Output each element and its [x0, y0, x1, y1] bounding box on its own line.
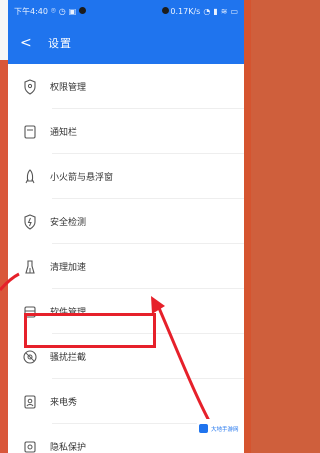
- annotation-arrow: [0, 272, 216, 431]
- watermark-logo-icon: [199, 424, 208, 433]
- watermark: 大地手游网: [197, 419, 244, 438]
- watermark-text: 大地手游网: [211, 426, 239, 433]
